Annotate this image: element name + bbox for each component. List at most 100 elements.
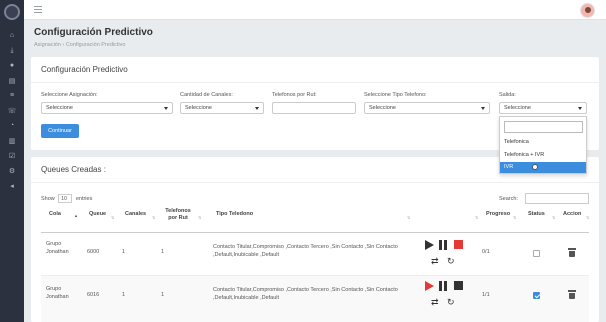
col-telefonos-rut[interactable]: Telefonos por Rut	[164, 208, 192, 222]
tipo-telefono-value: Seleccione	[369, 105, 396, 111]
cell-progreso: 0/1	[482, 249, 490, 255]
cell-telefonos-rut: 1	[161, 249, 165, 255]
settings-icon[interactable]: ⚙	[0, 163, 24, 178]
status-checkbox[interactable]	[533, 250, 540, 257]
play-icon[interactable]	[425, 240, 434, 250]
check-icon[interactable]: ☑	[0, 148, 24, 163]
sidebar: ⌂ ⤓ ● ▤ ≡ ☏ ◔ ▥ ☑ ⚙ ◂	[0, 0, 24, 322]
cell-tipo: Contacto Titular,Compromiso ,Contacto Te…	[213, 287, 398, 301]
tipo-telefono-select[interactable]: Seleccione	[364, 102, 490, 114]
canales-select[interactable]: Seleccione	[180, 102, 264, 114]
breadcrumb: Asignación › Configuración Predictivo	[34, 42, 125, 48]
queues-title: Queues Creadas :	[41, 165, 106, 174]
trash-icon[interactable]	[568, 290, 576, 299]
salida-option-label: IVR	[504, 164, 514, 170]
divider	[31, 182, 599, 183]
config-title: Configuración Predictivo	[41, 65, 128, 74]
sort-icon: ⇅	[586, 215, 590, 220]
sort-icon: ⇅	[198, 215, 202, 220]
refresh-icon[interactable]: ↻	[447, 297, 455, 307]
trash-icon[interactable]	[568, 248, 576, 257]
logo-icon	[4, 4, 20, 20]
sort-icon: ⇅	[552, 215, 556, 220]
status-checkbox[interactable]	[533, 292, 540, 299]
user-icon[interactable]: ●	[0, 58, 24, 73]
salida-label: Salida:	[499, 92, 516, 98]
stop-icon[interactable]	[454, 240, 463, 249]
sort-icon: ⇅	[475, 215, 479, 220]
pause-icon[interactable]	[439, 240, 447, 250]
col-status[interactable]: Status	[528, 211, 545, 218]
chevron-down-icon	[481, 107, 485, 110]
cursor-icon	[532, 164, 538, 170]
entries-select[interactable]: 10	[58, 194, 73, 203]
dropdown-search-input[interactable]	[504, 121, 583, 133]
chevron-down-icon	[578, 107, 582, 110]
play-icon[interactable]	[425, 281, 434, 291]
refresh-icon[interactable]: ↻	[447, 256, 455, 266]
salida-value: Seleccione	[504, 105, 531, 111]
layers-icon[interactable]: ▤	[0, 73, 24, 88]
queues-panel: Queues Creadas : Show 10 entries Search:…	[31, 157, 599, 322]
list-icon[interactable]: ≡	[0, 88, 24, 103]
cell-progreso: 1/1	[482, 292, 490, 298]
page-title: Configuración Predictivo	[34, 27, 153, 38]
sort-asc-icon: ▲	[74, 213, 78, 218]
bar-chart-icon[interactable]: ▥	[0, 133, 24, 148]
download-icon[interactable]: ⤓	[0, 43, 24, 58]
telefonos-rut-label: Telefonos por Rut:	[272, 92, 317, 98]
col-progreso[interactable]: Progreso	[486, 211, 510, 218]
chart-icon[interactable]: ◔	[0, 118, 24, 133]
sort-icon: ⇅	[111, 215, 115, 220]
sort-icon: ⇅	[513, 215, 517, 220]
cell-queue: 6016	[87, 292, 100, 298]
col-queue[interactable]: Queue	[89, 211, 106, 218]
telefonos-rut-input[interactable]	[272, 102, 356, 114]
pause-icon[interactable]	[439, 281, 447, 291]
sort-icon: ⇅	[407, 215, 411, 220]
header-divider	[41, 232, 589, 233]
breadcrumb-item[interactable]: Asignación	[34, 42, 61, 48]
volume-icon[interactable]: ◂	[0, 178, 24, 193]
stop-icon[interactable]	[454, 281, 463, 290]
continuar-button[interactable]: Continuar	[41, 124, 79, 138]
col-canales[interactable]: Canales	[125, 211, 146, 218]
menu-toggle-icon[interactable]	[34, 6, 42, 13]
avatar[interactable]	[580, 3, 595, 18]
tipo-telefono-label: Seleccione Tipo Telefono:	[364, 92, 427, 98]
cell-canales: 1	[122, 249, 126, 255]
divider	[31, 82, 599, 83]
show-label: Show	[41, 195, 55, 202]
cell-cola: Grupo Jonathan	[46, 286, 69, 300]
salida-option[interactable]: Telefonica	[500, 137, 586, 148]
phone-icon[interactable]: ☏	[0, 103, 24, 118]
cell-tipo: Contacto Titular,Compromiso ,Contacto Te…	[213, 244, 398, 258]
salida-dropdown: Telefonica Telefonica + IVR IVR	[499, 116, 587, 174]
canales-value: Seleccione	[185, 105, 212, 111]
home-icon[interactable]: ⌂	[0, 28, 24, 43]
sort-icon: ⇅	[152, 215, 156, 220]
cell-cola: Grupo Jonathan	[46, 241, 69, 255]
col-cola[interactable]: Cola	[49, 211, 61, 218]
search-input[interactable]	[525, 193, 589, 204]
col-accion[interactable]: Accion	[563, 211, 581, 218]
transfer-icon[interactable]: ⇄	[431, 256, 439, 266]
asignacion-label: Seleccione Asignación:	[41, 92, 98, 98]
transfer-icon[interactable]: ⇄	[431, 297, 439, 307]
col-tipo[interactable]: Tipo Teledono	[216, 211, 253, 218]
breadcrumb-item: Configuración Predictivo	[65, 42, 126, 48]
asignacion-value: Seleccione	[46, 105, 73, 111]
salida-option-highlighted[interactable]: IVR	[500, 162, 586, 173]
chevron-down-icon	[255, 107, 259, 110]
show-entries: Show 10 entries	[41, 194, 92, 203]
cell-telefonos-rut: 1	[161, 292, 165, 298]
salida-select[interactable]: Seleccione	[499, 102, 587, 114]
search-label: Search:	[499, 196, 518, 202]
cell-canales: 1	[122, 292, 126, 298]
entries-label: entries	[75, 195, 93, 202]
salida-option[interactable]: Telefonica + IVR	[500, 150, 586, 161]
cell-queue: 6000	[87, 249, 100, 255]
topbar	[24, 0, 606, 20]
asignacion-select[interactable]: Seleccione	[41, 102, 173, 114]
canales-label: Cantidad de Canales:	[180, 92, 233, 98]
